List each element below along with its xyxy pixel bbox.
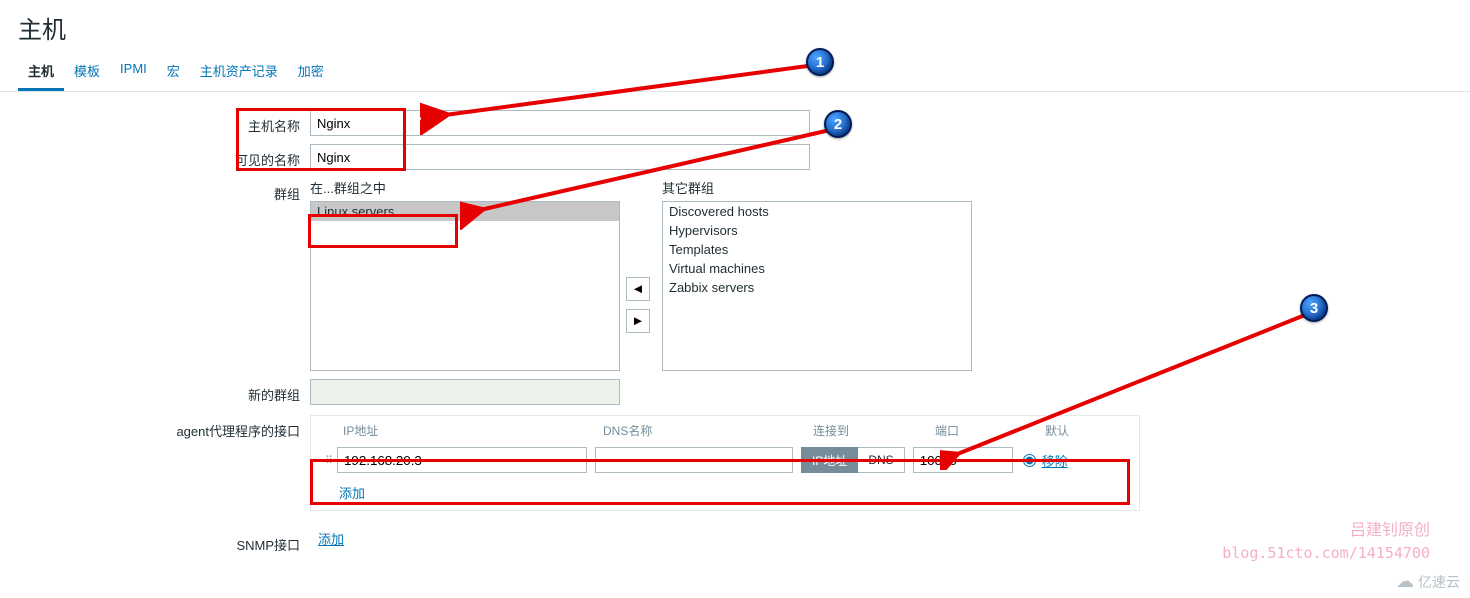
agent-header-dns: DNS名称 [603, 422, 813, 439]
list-item[interactable]: Templates [663, 240, 971, 259]
default-interface-radio[interactable] [1023, 454, 1036, 467]
agent-dns-input[interactable] [595, 447, 793, 473]
agent-header-port: 端口 [935, 422, 1045, 439]
remove-interface-link[interactable]: 移除 [1042, 451, 1068, 470]
newgroup-input[interactable] [310, 379, 620, 405]
visiblename-label: 可见的名称 [0, 144, 310, 169]
move-right-button[interactable]: ► [626, 309, 650, 333]
hostname-label: 主机名称 [0, 110, 310, 135]
chevron-left-icon: ◄ [631, 281, 644, 296]
in-groups-header: 在...群组之中 [310, 178, 620, 201]
agent-interface-row: ⠿ IP地址 DNS 移除 [319, 443, 1131, 479]
agent-port-input[interactable] [913, 447, 1013, 473]
agent-interface-box: IP地址 DNS名称 连接到 端口 默认 ⠿ IP地址 DNS [310, 415, 1140, 511]
annotation-callout-3: 3 [1300, 294, 1328, 322]
list-item[interactable]: Virtual machines [663, 259, 971, 278]
drag-handle-icon[interactable]: ⠿ [319, 454, 337, 467]
watermark-url: blog.51cto.com/14154700 [1222, 544, 1430, 562]
list-item[interactable]: Hypervisors [663, 221, 971, 240]
tab-encrypt[interactable]: 加密 [288, 53, 334, 91]
groups-label: 群组 [0, 178, 310, 203]
move-left-button[interactable]: ◄ [626, 277, 650, 301]
connect-dns-button[interactable]: DNS [858, 447, 904, 473]
list-item[interactable]: Linux servers [311, 202, 619, 221]
in-groups-listbox[interactable]: Linux servers [310, 201, 620, 371]
tab-macro[interactable]: 宏 [157, 53, 190, 91]
connect-to-segment: IP地址 DNS [801, 447, 905, 473]
agent-ip-input[interactable] [337, 447, 587, 473]
list-item[interactable]: Zabbix servers [663, 278, 971, 297]
tab-host[interactable]: 主机 [18, 53, 64, 91]
connect-ip-button[interactable]: IP地址 [801, 447, 858, 473]
cloud-icon: ☁ [1396, 571, 1414, 592]
newgroup-label: 新的群组 [0, 379, 310, 404]
list-item[interactable]: Discovered hosts [663, 202, 971, 221]
other-groups-listbox[interactable]: Discovered hosts Hypervisors Templates V… [662, 201, 972, 371]
chevron-right-icon: ► [631, 313, 644, 328]
agent-header-default: 默认 [1045, 422, 1105, 439]
tab-ipmi[interactable]: IPMI [110, 53, 157, 91]
hostname-input[interactable] [310, 110, 810, 136]
tabs-bar: 主机 模板 IPMI 宏 主机资产记录 加密 [0, 53, 1470, 92]
brand-logo: ☁ 亿速云 [1396, 571, 1460, 592]
add-agent-interface-link[interactable]: 添加 [319, 479, 365, 510]
snmp-section-label: SNMP接口 [0, 529, 310, 554]
visiblename-input[interactable] [310, 144, 810, 170]
agent-section-label: agent代理程序的接口 [0, 415, 310, 440]
agent-header-ip: IP地址 [343, 422, 603, 439]
watermark-author: 吕建钊原创 [1350, 516, 1430, 540]
add-snmp-interface-link[interactable]: 添加 [310, 532, 344, 547]
annotation-callout-1: 1 [806, 48, 834, 76]
brand-text: 亿速云 [1418, 572, 1460, 592]
annotation-callout-2: 2 [824, 110, 852, 138]
agent-header-connect: 连接到 [813, 422, 935, 439]
tab-inventory[interactable]: 主机资产记录 [190, 53, 288, 91]
tab-template[interactable]: 模板 [64, 53, 110, 91]
other-groups-header: 其它群组 [662, 178, 972, 201]
page-title: 主机 [0, 0, 1470, 53]
